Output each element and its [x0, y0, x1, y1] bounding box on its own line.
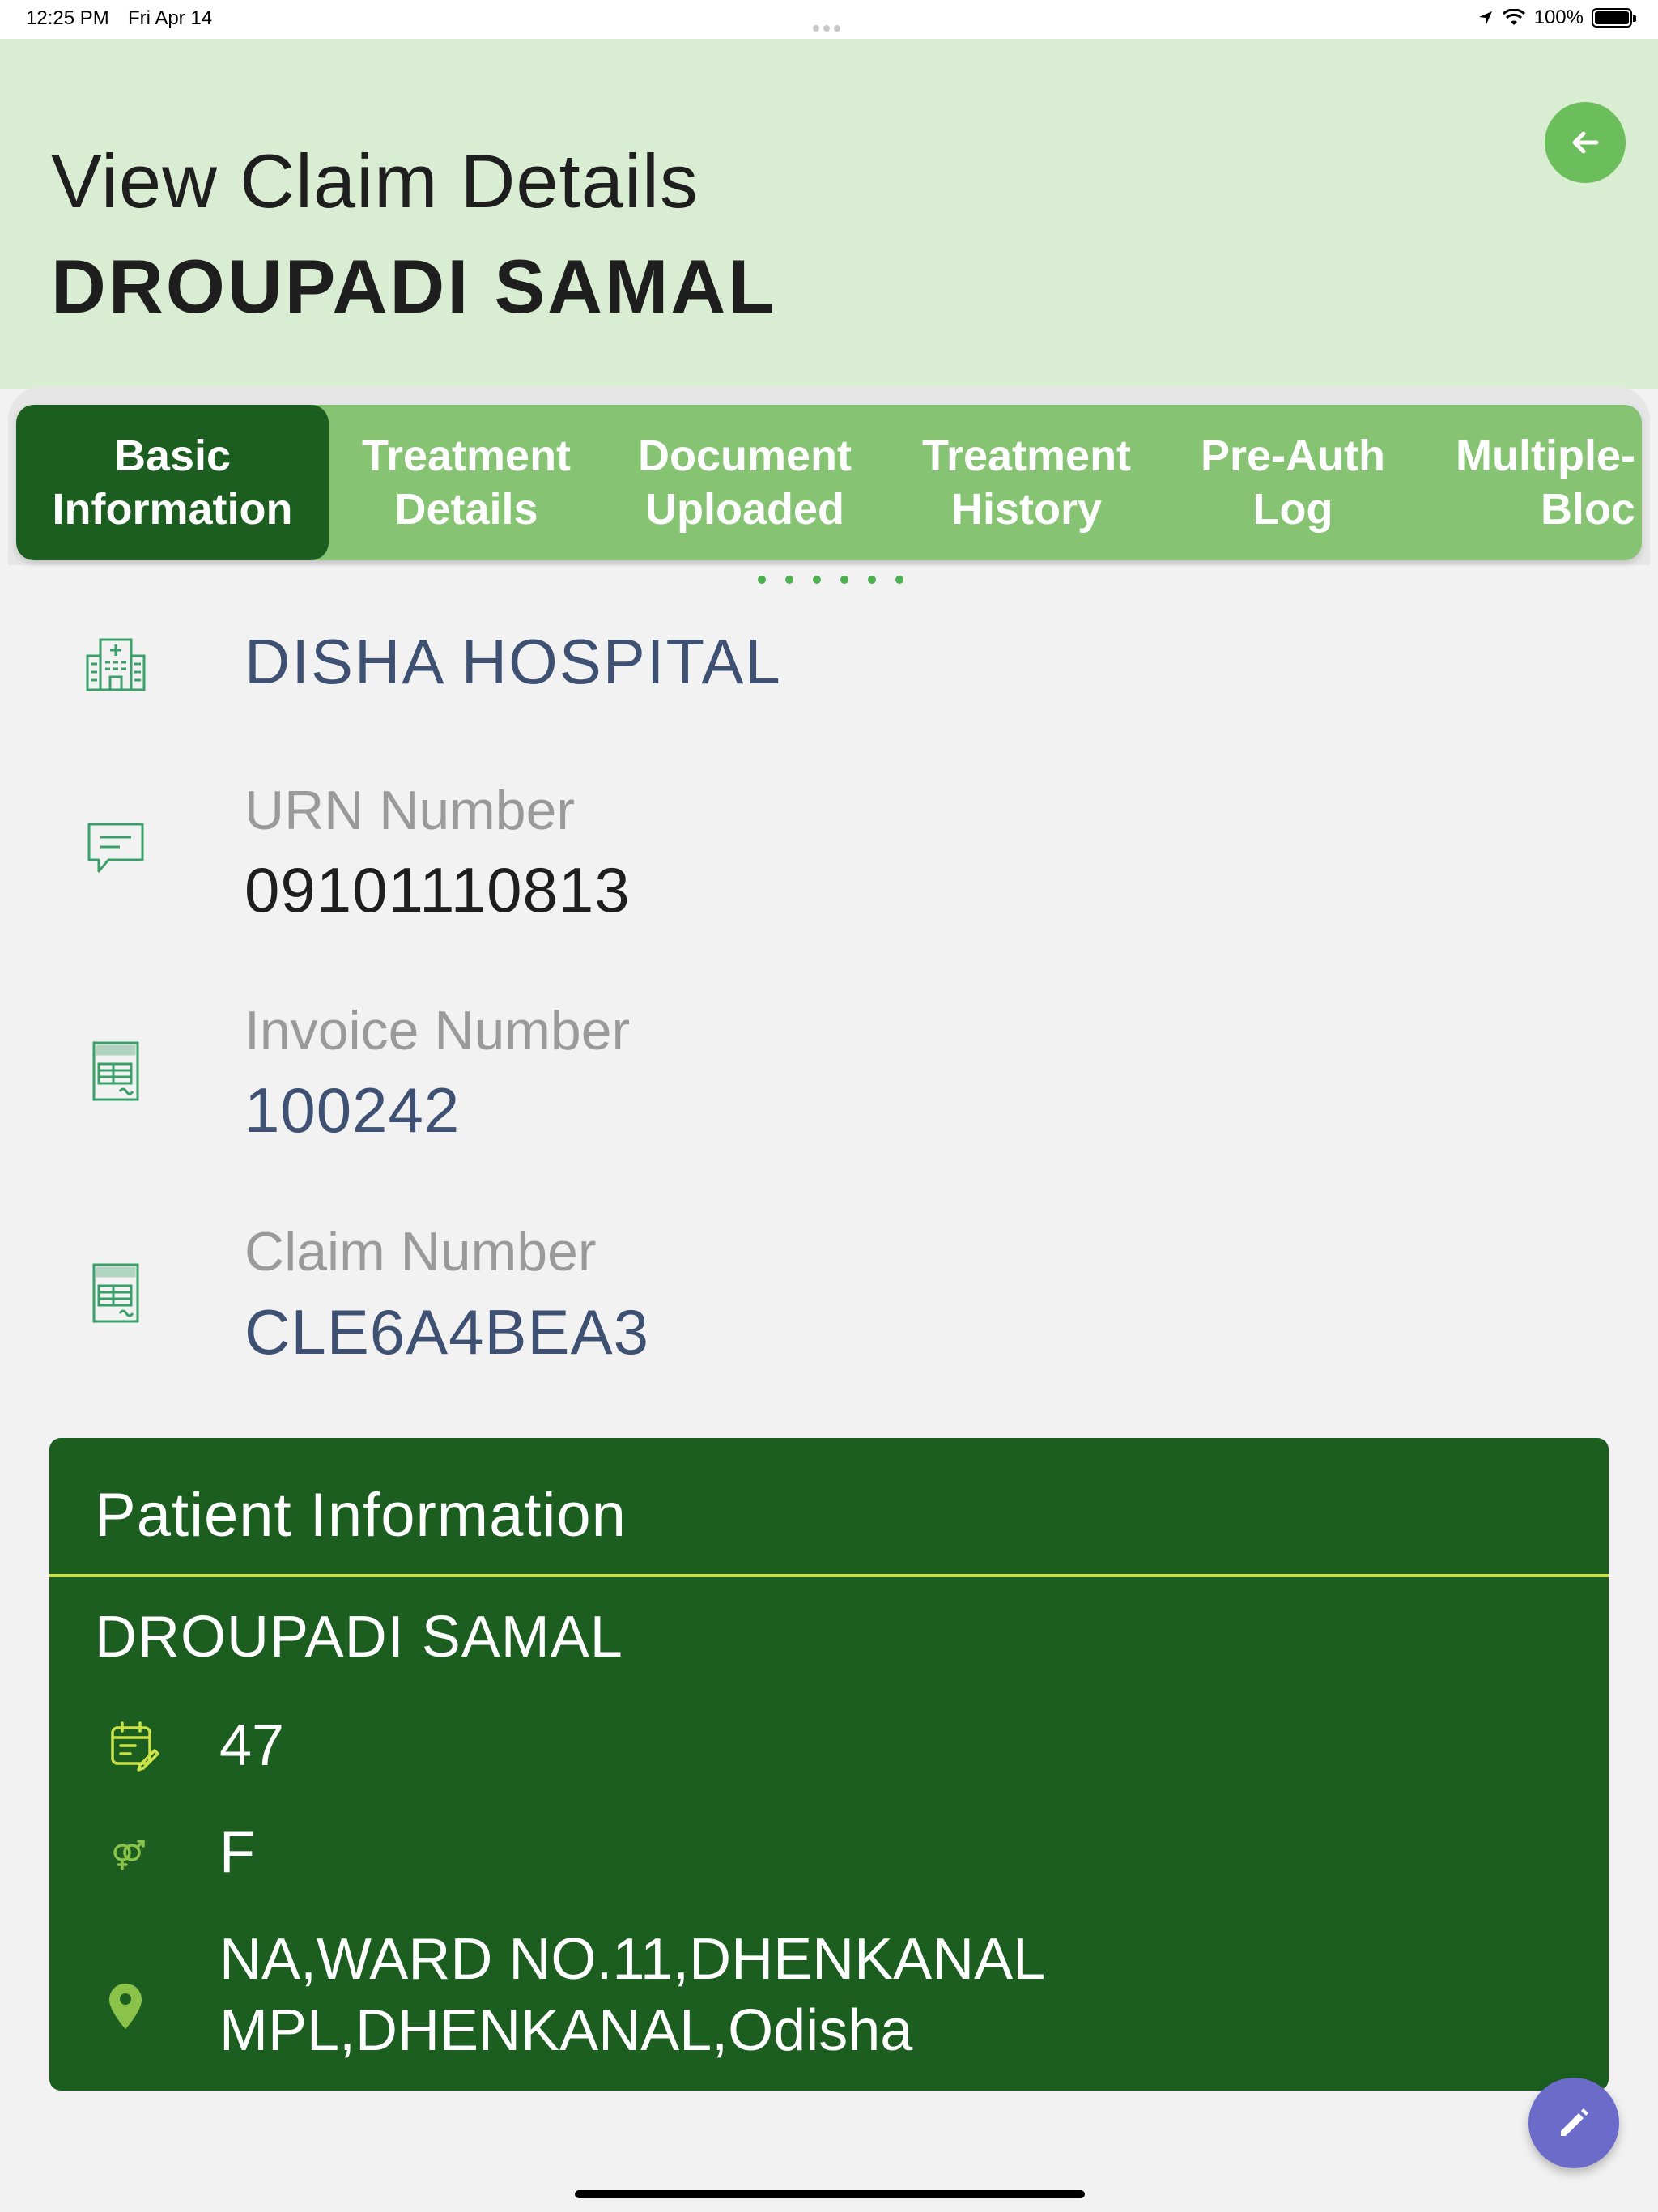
status-date: Fri Apr 14	[128, 7, 213, 29]
tab-bar: Basic Information Treatment Details Docu…	[16, 405, 1642, 560]
pencil-icon	[1561, 2108, 1588, 2136]
status-bar: 12:25 PM Fri Apr 14 100%	[0, 0, 1658, 39]
calendar-edit-icon	[111, 1721, 159, 1772]
edit-button[interactable]	[1528, 2078, 1619, 2168]
claim-label: Claim Number	[244, 1221, 597, 1283]
arrow-left-icon	[1572, 131, 1599, 154]
home-indicator[interactable]	[575, 2190, 1085, 2198]
message-icon	[87, 823, 144, 873]
patient-card-title: Patient Information	[95, 1481, 627, 1550]
urn-label: URN Number	[244, 780, 576, 841]
patient-address: NA,WARD NO.11,DHENKANAL MPL,DHENKANAL,Od…	[219, 1927, 1046, 2063]
invoice-label: Invoice Number	[244, 1000, 631, 1061]
urn-value: 09101110813	[244, 854, 631, 925]
patient-age: 47	[219, 1713, 285, 1778]
hospital-name: DISHA HOSPITAL	[244, 626, 782, 697]
gender-icon	[113, 1840, 145, 1870]
tab-multiple-bloc[interactable]: Multiple- Bloc	[1456, 405, 1642, 560]
patient-name: DROUPADI SAMAL	[95, 1605, 623, 1670]
tab-treatment-details[interactable]: Treatment Details	[329, 405, 604, 560]
status-indicators: 100%	[1477, 6, 1636, 29]
page-title: View Claim Details	[51, 138, 699, 223]
tab-pre-auth-log[interactable]: Pre-Auth Log	[1167, 405, 1418, 560]
divider	[49, 1574, 1609, 1577]
patient-information-card: Patient Information DROUPADI SAMAL 47 F …	[49, 1438, 1609, 2091]
wifi-icon	[1502, 9, 1525, 25]
page-header: View Claim Details DROUPADI SAMAL	[0, 39, 1658, 389]
battery-icon	[1592, 8, 1636, 28]
scroll-page-indicator	[758, 576, 903, 584]
tab-treatment-history[interactable]: Treatment History	[886, 405, 1167, 560]
status-time: 12:25 PM	[26, 7, 109, 29]
back-button[interactable]	[1545, 102, 1626, 183]
claim-value: CLE6A4BEA3	[244, 1296, 649, 1368]
location-arrow-icon	[1478, 11, 1492, 24]
hospital-icon	[86, 638, 146, 691]
invoice-icon	[92, 1263, 139, 1323]
patient-name-title: DROUPADI SAMAL	[51, 244, 777, 329]
tab-basic-information[interactable]: Basic Information	[16, 405, 329, 560]
tab-document-uploaded[interactable]: Document Uploaded	[604, 405, 886, 560]
multitasking-dots-icon[interactable]	[813, 15, 847, 32]
invoice-icon	[92, 1041, 139, 1101]
battery-percent: 100%	[1533, 6, 1584, 28]
location-pin-icon	[109, 1984, 142, 2029]
invoice-value: 100242	[244, 1074, 461, 1146]
patient-gender: F	[219, 1820, 255, 1885]
